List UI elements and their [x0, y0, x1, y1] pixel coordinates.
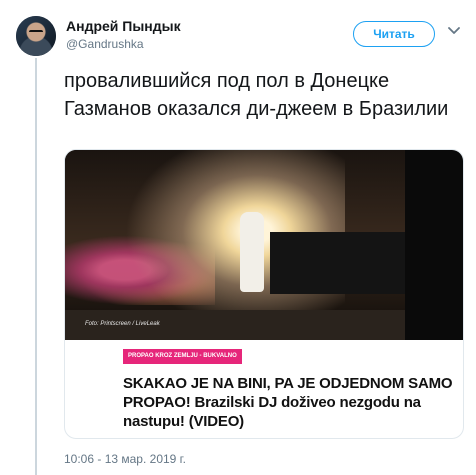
author-info: Андрей Пындык @Gandrushka [66, 17, 181, 53]
image-caption: Foto: Printscreen / LiveLeak [85, 321, 160, 327]
avatar[interactable] [16, 16, 56, 56]
author-display-name[interactable]: Андрей Пындык [66, 17, 181, 35]
avatar-image [16, 16, 56, 56]
follow-button[interactable]: Читать [353, 21, 435, 47]
card-image[interactable]: Foto: Printscreen / LiveLeak [65, 150, 463, 340]
card-headline[interactable]: SKAKAO JE NA BINI, PA JE ODJEDNOM SAMO P… [123, 374, 453, 431]
thread-line [35, 58, 37, 475]
dj-figure [240, 212, 264, 292]
tweet-text: провалившийся под пол в Донецке Газманов… [64, 70, 449, 120]
tweet-timestamp[interactable]: 10:06 - 13 мар. 2019 г. [64, 451, 186, 467]
card-tag: PROPAO KROZ ZEMLJU - BUKVALNO [123, 349, 242, 364]
more-options-button[interactable] [446, 27, 462, 41]
chevron-down-icon [448, 27, 460, 34]
dj-console [270, 232, 405, 294]
link-card[interactable]: Foto: Printscreen / LiveLeak PROPAO KROZ… [64, 149, 464, 439]
author-username[interactable]: @Gandrushka [66, 35, 181, 53]
avatar-glasses [29, 30, 43, 34]
tweet-container: Андрей Пындык @Gandrushka Читать провали… [0, 0, 476, 475]
